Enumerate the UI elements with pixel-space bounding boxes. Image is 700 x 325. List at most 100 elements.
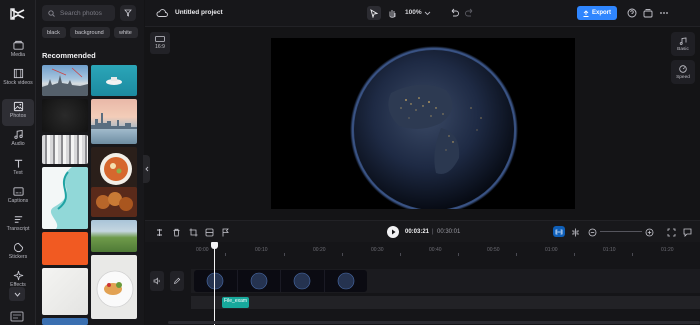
ruler-label: 01:20 <box>661 247 674 253</box>
photo-thumbnail[interactable] <box>42 65 88 96</box>
basic-icon <box>679 37 687 45</box>
timeline-toolbar: 00:03:21 | 00:30:01 <box>145 220 700 242</box>
photo-thumbnail[interactable] <box>42 167 88 229</box>
shortcuts-icon[interactable] <box>10 311 24 322</box>
marker-icon[interactable] <box>221 228 230 237</box>
undo-icon[interactable] <box>449 8 459 18</box>
stock-videos-icon <box>13 68 23 79</box>
capcut-logo-icon <box>10 8 25 20</box>
total-time: 00:30:01 <box>437 229 461 235</box>
play-button[interactable] <box>387 226 399 238</box>
ruler-label: 01:00 <box>545 247 558 253</box>
fried-chicken-image <box>96 192 133 211</box>
freeze-icon[interactable] <box>205 228 214 237</box>
photo-thumbnail[interactable] <box>91 99 137 144</box>
rail-item-label: Stickers <box>8 254 28 260</box>
timeline-scrollbar[interactable] <box>168 321 700 324</box>
ruler-label: 00:30 <box>371 247 384 253</box>
feedback-icon[interactable] <box>683 228 692 237</box>
ruler-label: 01:10 <box>603 247 616 253</box>
chevron-left-icon <box>144 166 148 172</box>
project-title[interactable]: Untitled project <box>175 9 223 16</box>
basic-button[interactable]: Basic <box>671 32 695 56</box>
speaker-icon <box>153 277 160 285</box>
rail-item-media[interactable]: Media <box>2 38 34 65</box>
photo-thumbnail[interactable] <box>42 135 88 164</box>
cloud-icon[interactable] <box>156 8 168 18</box>
photo-thumbnail[interactable] <box>91 147 137 192</box>
rail-item-captions[interactable]: Captions <box>2 184 34 211</box>
rail-item-label: Stock videos <box>3 80 33 86</box>
export-button[interactable]: Export <box>577 6 617 20</box>
earth-frame-icon <box>337 272 355 290</box>
chip-background[interactable]: background <box>70 27 110 38</box>
timeline-tracks: 00:00 00:10 00:20 00:30 00:40 00:50 01:0… <box>145 242 700 325</box>
split-view-icon[interactable] <box>571 228 580 237</box>
playhead-handle[interactable] <box>211 242 218 249</box>
ruler-label: 00:40 <box>429 247 442 253</box>
more-icon[interactable] <box>659 8 669 18</box>
photo-thumbnail[interactable] <box>42 99 88 132</box>
zoom-level[interactable]: 100% <box>405 9 422 16</box>
rail-item-photos[interactable]: Photos <box>2 99 34 126</box>
crop-icon[interactable] <box>189 228 198 237</box>
recommended-heading: Recommended <box>42 51 96 60</box>
photo-thumbnail[interactable] <box>91 187 137 217</box>
preview-area: 16:9 Basic Speed <box>150 27 700 220</box>
hand-icon[interactable] <box>387 8 397 18</box>
zoom-out-icon[interactable] <box>588 228 597 237</box>
help-icon[interactable] <box>627 8 637 18</box>
photo-thumbnail[interactable] <box>91 65 137 96</box>
chevron-down-icon <box>14 292 20 297</box>
ruler-label: 00:20 <box>313 247 326 253</box>
speed-label: Speed <box>676 74 690 80</box>
rail-item-audio[interactable]: Audio <box>2 127 34 154</box>
search-placeholder: Search photos <box>60 9 102 17</box>
search-icon <box>48 9 55 17</box>
rail-item-stock-videos[interactable]: Stock videos <box>2 66 34 96</box>
chevron-down-icon[interactable] <box>424 8 431 18</box>
aspect-ratio-button[interactable]: 16:9 <box>150 32 170 54</box>
captions-icon <box>12 187 24 196</box>
ruler-label: 00:00 <box>196 247 209 253</box>
rail-item-transcript[interactable]: Transcript <box>2 212 34 239</box>
transcript-icon <box>14 216 22 223</box>
rail-item-stickers[interactable]: Stickers <box>2 240 34 267</box>
track-mute-button[interactable] <box>150 271 164 291</box>
rail-item-label: Captions <box>7 198 29 204</box>
left-rail: Media Stock videos Photos Audio Text Cap… <box>0 0 36 325</box>
filter-button[interactable] <box>120 5 136 21</box>
track-edit-button[interactable] <box>170 271 184 291</box>
search-input[interactable]: Search photos <box>42 5 115 21</box>
rail-collapse-button[interactable] <box>9 287 25 301</box>
delete-icon[interactable] <box>172 228 181 237</box>
redo-icon[interactable] <box>465 8 475 18</box>
zoom-in-icon[interactable] <box>645 228 654 237</box>
media-icon <box>12 40 24 50</box>
ruler-label: 00:10 <box>255 247 268 253</box>
select-tool-button[interactable] <box>367 6 381 20</box>
playhead[interactable] <box>214 242 215 325</box>
audio-track <box>191 296 700 309</box>
photo-thumbnail[interactable] <box>91 220 137 252</box>
photo-thumbnail[interactable] <box>91 255 137 319</box>
chip-black[interactable]: black <box>42 27 66 38</box>
link-icon <box>555 229 563 234</box>
magnet-toggle[interactable] <box>553 226 565 237</box>
photo-thumbnail[interactable] <box>42 232 88 265</box>
split-icon[interactable] <box>155 228 164 237</box>
fullscreen-icon[interactable] <box>667 228 676 237</box>
library-icon[interactable] <box>643 8 653 18</box>
chip-white[interactable]: white <box>114 27 138 38</box>
timeline-zoom-slider[interactable] <box>600 231 642 232</box>
video-canvas[interactable] <box>271 38 575 209</box>
audio-clip[interactable]: File_exam <box>222 297 249 308</box>
rail-item-label: Text <box>13 170 23 176</box>
panel-collapse-button[interactable] <box>143 155 150 183</box>
city-skyline-image <box>42 67 88 96</box>
rail-item-text[interactable]: Text <box>2 156 34 183</box>
speed-button[interactable]: Speed <box>671 60 695 84</box>
photo-thumbnail[interactable] <box>42 268 88 315</box>
photo-thumbnail[interactable] <box>42 318 88 325</box>
video-clip[interactable] <box>194 270 367 292</box>
